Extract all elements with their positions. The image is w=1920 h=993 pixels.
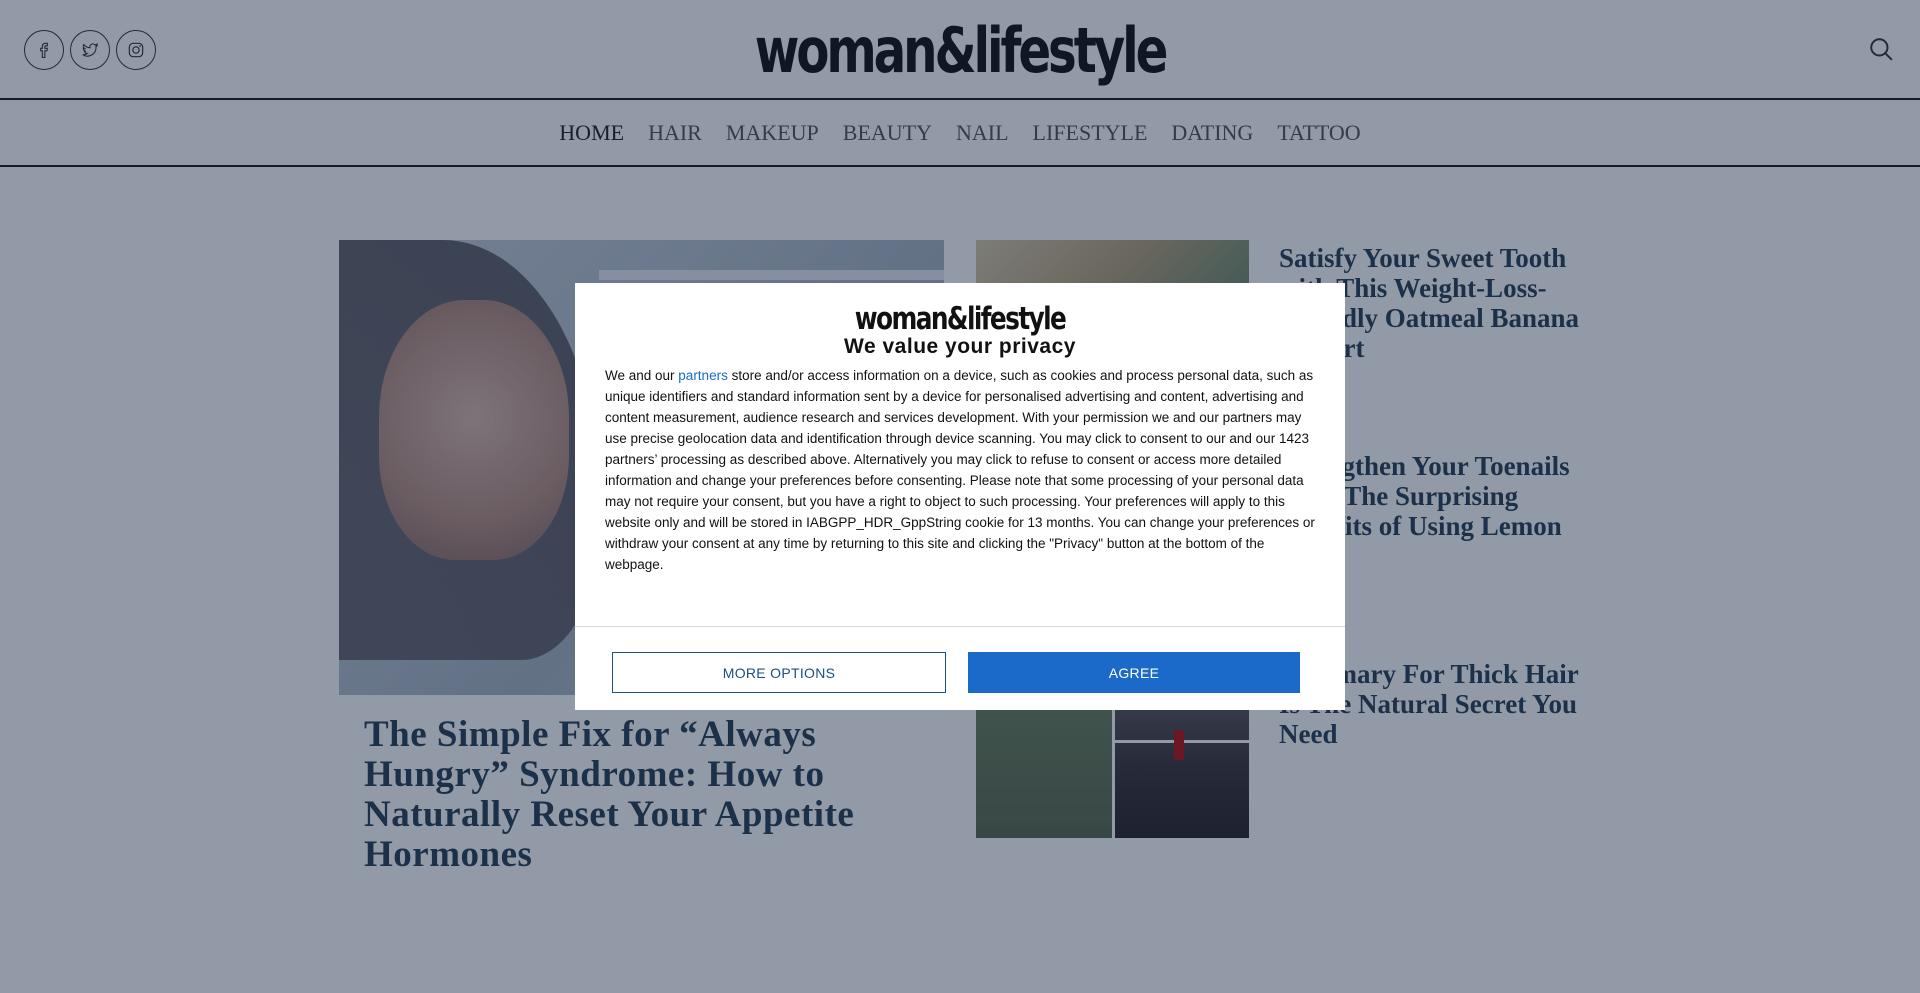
consent-body-text: store and/or access information on a dev… bbox=[605, 368, 1315, 572]
dialog-divider bbox=[575, 626, 1345, 627]
more-options-button[interactable]: MORE OPTIONS bbox=[612, 652, 946, 693]
consent-logo: woman&lifestyle bbox=[854, 301, 1067, 337]
consent-dialog: woman&lifestyle We value your privacy We… bbox=[575, 283, 1345, 710]
partners-link[interactable]: partners bbox=[678, 368, 728, 383]
agree-button[interactable]: AGREE bbox=[968, 652, 1300, 693]
consent-body-prefix: We and our bbox=[605, 368, 679, 383]
consent-title: We value your privacy bbox=[844, 335, 1076, 358]
consent-body: We and our partners store and/or access … bbox=[605, 365, 1315, 575]
